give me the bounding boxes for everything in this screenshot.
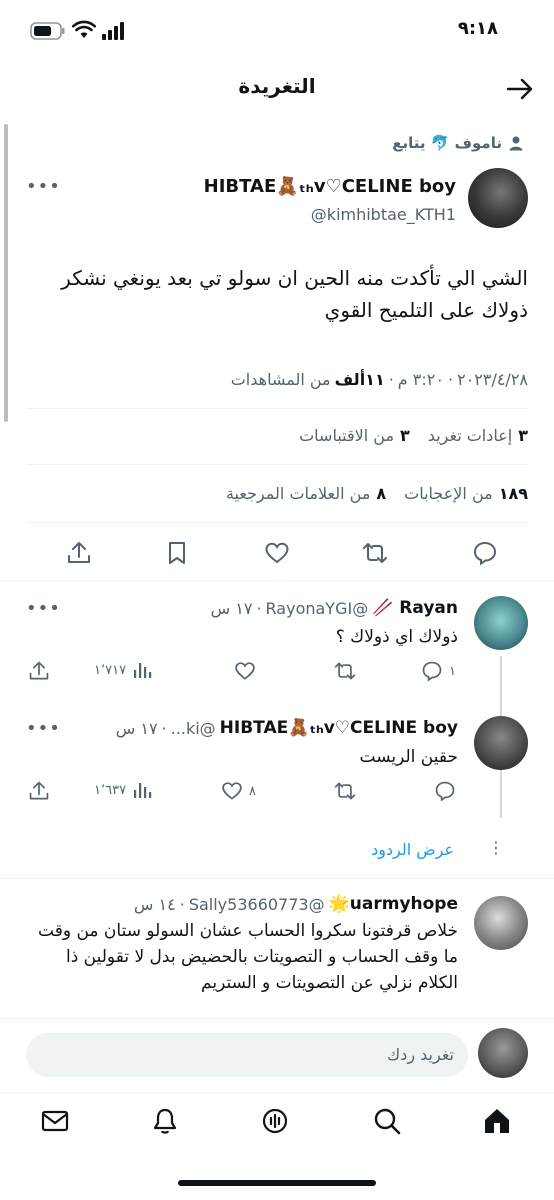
retweets-label[interactable]: إعادات تغريد xyxy=(428,426,512,445)
reply-action-retweet[interactable] xyxy=(334,780,356,802)
notifications-icon[interactable] xyxy=(150,1106,180,1136)
views-count: ١٬٦٣٧ xyxy=(94,782,127,798)
bookmarks-label[interactable]: من العلامات المرجعية xyxy=(226,484,370,503)
reply-count: ١ xyxy=(449,663,456,679)
reply-author-name[interactable]: Rayan 🥢 xyxy=(372,598,458,618)
tweet-time[interactable]: ٣:٢٠ م xyxy=(398,370,444,389)
reply-author-handle[interactable]: @ki... xyxy=(171,719,216,738)
views-label: من المشاهدات xyxy=(230,370,331,389)
reply-text: ذولاك اي ذولاك ؟ xyxy=(335,627,458,647)
reply-icon[interactable] xyxy=(472,540,498,566)
reply-author-handle[interactable]: @Sally53660773 xyxy=(189,895,325,914)
divider xyxy=(0,580,554,581)
quotes-count[interactable]: ٣ xyxy=(400,426,410,445)
reply-text: حقين الريست xyxy=(359,747,458,767)
views-count: ١٬٧١٧ xyxy=(94,662,127,678)
divider xyxy=(0,1092,554,1093)
likes-label[interactable]: من الإعجابات xyxy=(404,484,493,503)
person-icon xyxy=(508,135,524,151)
more-options-icon[interactable]: ••• xyxy=(26,718,61,739)
reply-action-like[interactable] xyxy=(234,660,256,682)
author-display-name[interactable]: HIBTAE🧸ₜₕv♡CELINE boy xyxy=(204,176,456,197)
show-replies-link[interactable]: عرض الردود xyxy=(371,840,454,859)
reply-text: خلاص قرفتونا سكروا الحساب عشان السولو ست… xyxy=(38,921,458,993)
reply-action-like[interactable]: ٨ xyxy=(221,780,256,802)
reply-header: HIBTAE🧸ₜₕv♡CELINE boy @ki... · ١٧ س xyxy=(115,718,458,738)
reply-avatar[interactable] xyxy=(474,596,528,650)
reply-header: uarmyhope🌟 @Sally53660773 · ١٤ س xyxy=(133,894,458,914)
tweet-date[interactable]: ٢٠٢٣/٤/٢٨ xyxy=(457,370,528,389)
search-icon[interactable] xyxy=(372,1106,402,1136)
reply-time[interactable]: ١٧ س xyxy=(211,599,253,618)
divider xyxy=(0,878,554,879)
reply-action-reply[interactable] xyxy=(434,780,456,802)
like-icon[interactable] xyxy=(264,540,290,566)
like-count: ٨ xyxy=(249,783,256,799)
reply-action-retweet[interactable] xyxy=(334,660,356,682)
reply-author-name[interactable]: HIBTAE🧸ₜₕv♡CELINE boy xyxy=(220,718,458,738)
wifi-icon xyxy=(72,20,96,40)
reply-icon xyxy=(434,780,456,802)
signal-icon xyxy=(102,22,128,40)
quotes-label[interactable]: من الاقتباسات xyxy=(299,426,394,445)
social-context[interactable]: ناموف 🐬 يتابع xyxy=(392,134,524,152)
share-icon xyxy=(28,780,50,802)
like-icon xyxy=(234,660,256,682)
reply-author-handle[interactable]: @RayonaYGI xyxy=(266,599,369,618)
divider xyxy=(0,1018,554,1019)
thread-dots: ⋮ xyxy=(488,838,504,857)
retweet-icon xyxy=(334,660,356,682)
author-avatar[interactable] xyxy=(468,168,528,228)
retweet-quote-stats: ٣ إعادات تغريد ٣ من الاقتباسات xyxy=(299,426,528,445)
reply-icon xyxy=(421,660,443,682)
reply-action-views[interactable]: ١٬٧١٧ xyxy=(94,660,152,680)
battery-icon xyxy=(30,22,66,40)
views-count: ١١ألف xyxy=(334,370,385,389)
likes-count[interactable]: ١٨٩ xyxy=(499,484,528,503)
views-icon xyxy=(132,780,152,800)
home-indicator xyxy=(178,1180,376,1186)
like-icon xyxy=(221,780,243,802)
share-icon[interactable] xyxy=(66,540,92,566)
more-options-icon[interactable]: ••• xyxy=(26,598,61,619)
reply-time[interactable]: ١٤ س xyxy=(134,895,176,914)
divider xyxy=(26,464,528,465)
retweet-icon[interactable] xyxy=(362,540,388,566)
mail-icon[interactable] xyxy=(40,1106,70,1136)
reply-action-share[interactable] xyxy=(28,660,50,682)
retweet-icon xyxy=(334,780,356,802)
reply-author-name[interactable]: uarmyhope🌟 xyxy=(329,894,458,914)
scroll-indicator[interactable] xyxy=(4,124,8,422)
bookmarks-count[interactable]: ٨ xyxy=(376,484,386,503)
divider xyxy=(26,408,528,409)
share-icon xyxy=(28,660,50,682)
like-bookmark-stats: ١٨٩ من الإعجابات ٨ من العلامات المرجعية xyxy=(226,484,528,503)
divider xyxy=(26,522,528,523)
social-context-text: ناموف 🐬 يتابع xyxy=(392,134,502,152)
reply-action-share[interactable] xyxy=(28,780,50,802)
reply-header: Rayan 🥢 @RayonaYGI · ١٧ س xyxy=(210,598,458,618)
retweets-count[interactable]: ٣ xyxy=(518,426,528,445)
status-time: ٩:١٨ xyxy=(457,18,498,39)
reply-avatar[interactable] xyxy=(474,896,528,950)
reply-text-clip: خلاص قرفتونا سكروا الحساب عشان السولو ست… xyxy=(38,918,458,1018)
reply-time[interactable]: ١٧ س xyxy=(116,719,158,738)
reply-action-views[interactable]: ١٬٦٣٧ xyxy=(94,780,152,800)
bookmark-icon[interactable] xyxy=(164,540,190,566)
reply-action-reply[interactable]: ١ xyxy=(421,660,456,682)
reply-avatar[interactable] xyxy=(474,716,528,770)
more-options-icon[interactable]: ••• xyxy=(26,176,61,197)
tweet-text: الشي الي تأكدت منه الحين ان سولو تي بعد … xyxy=(61,266,528,322)
home-icon[interactable] xyxy=(482,1106,512,1136)
author-handle[interactable]: @kimhibtae_KTH1 xyxy=(311,205,456,224)
tweet-meta: ٢٠٢٣/٤/٢٨ · ٣:٢٠ م · ١١ألف من المشاهدات xyxy=(230,370,528,389)
views-icon xyxy=(132,660,152,680)
status-bar: ٩:١٨ xyxy=(0,0,554,62)
current-user-avatar[interactable] xyxy=(478,1028,528,1078)
spaces-icon[interactable] xyxy=(260,1106,290,1136)
reply-input-placeholder[interactable]: تغريد ردك xyxy=(387,1045,454,1064)
page-title: التغريدة xyxy=(238,74,316,98)
